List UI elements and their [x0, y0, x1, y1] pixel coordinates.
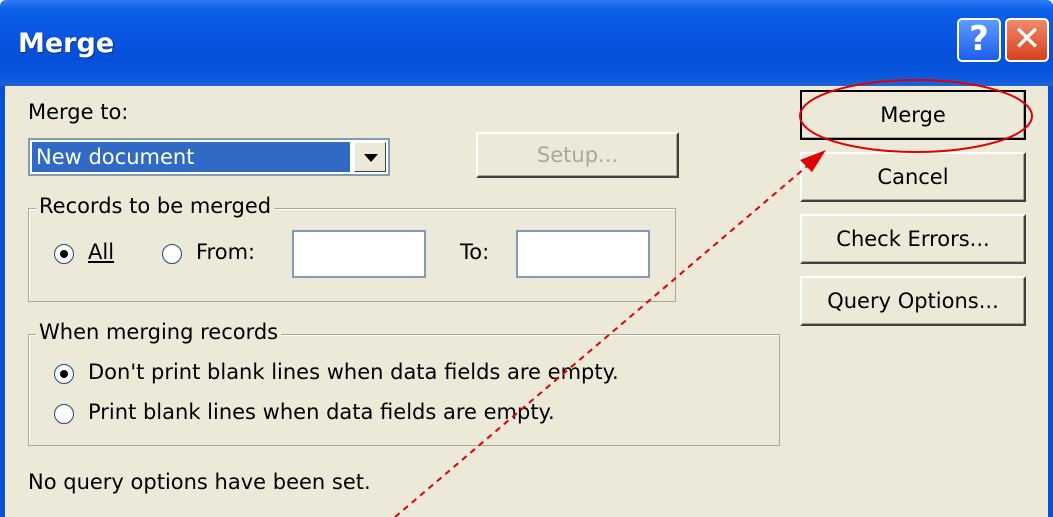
annotation-arrow-line	[394, 161, 813, 517]
annotation-overlay	[394, 79, 1033, 517]
merge-highlight-ellipse	[799, 79, 1033, 153]
merge-dialog: Merge ? ✕ Merge to: New document Setup..…	[0, 0, 1053, 517]
annotation-arrowhead	[800, 150, 826, 172]
